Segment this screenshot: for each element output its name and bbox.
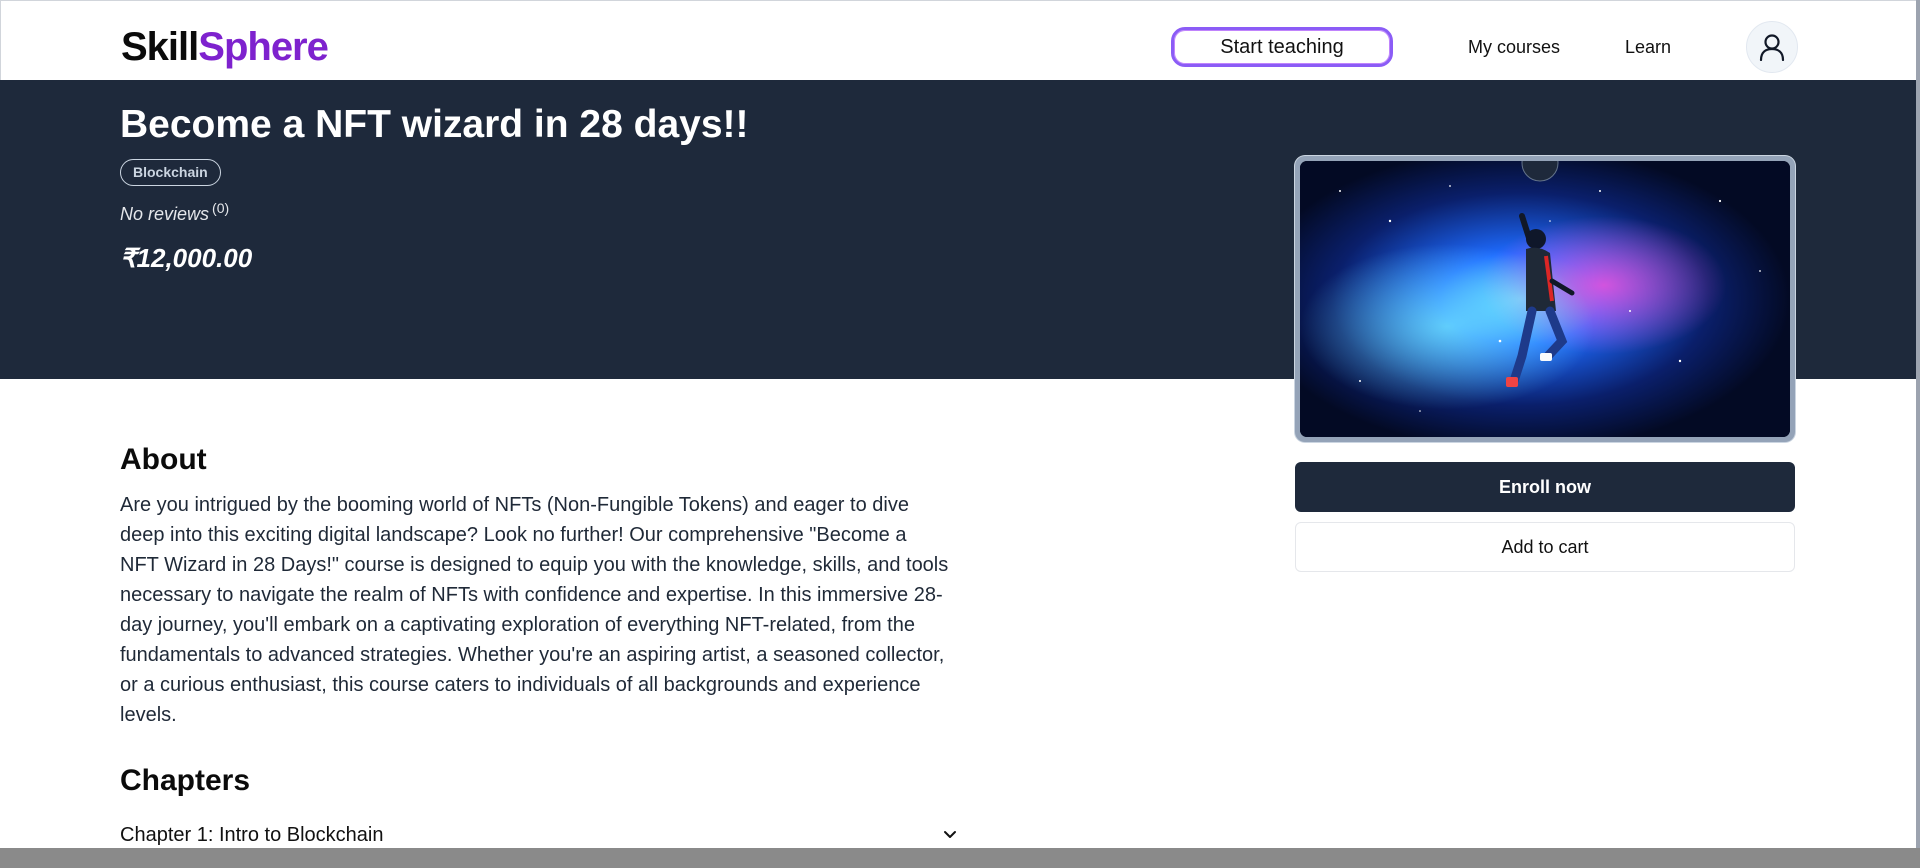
about-heading: About <box>120 443 207 476</box>
user-icon <box>1759 34 1785 61</box>
add-to-cart-button[interactable]: Add to cart <box>1295 522 1795 572</box>
top-navbar: SkillSphere Start teaching My courses Le… <box>0 0 1920 80</box>
reviews-summary: No reviews (0) <box>120 196 229 226</box>
course-image <box>1300 161 1790 437</box>
chapter-accordion-item[interactable]: Chapter 1: Intro to Blockchain <box>120 820 960 850</box>
enroll-now-button[interactable]: Enroll now <box>1295 462 1795 512</box>
chapters-heading: Chapters <box>120 764 251 797</box>
nav-my-courses[interactable]: My courses <box>1468 35 1560 59</box>
start-teaching-button[interactable]: Start teaching <box>1171 27 1393 67</box>
window-bottom-bar <box>0 848 1920 868</box>
course-title: Become a NFT wizard in 28 days!! <box>120 103 749 146</box>
category-tag[interactable]: Blockchain <box>120 159 221 186</box>
profile-button[interactable] <box>1746 21 1798 73</box>
course-price: ₹12,000.00 <box>120 243 253 273</box>
about-description: Are you intrigued by the booming world o… <box>120 494 949 726</box>
nav-learn[interactable]: Learn <box>1625 35 1671 59</box>
reviews-label: No reviews <box>120 204 210 224</box>
reviews-count: (0) <box>212 200 230 216</box>
chapter-title: Chapter 1: Intro to Blockchain <box>120 824 384 846</box>
chevron-down-icon[interactable] <box>940 824 960 844</box>
logo-part-sphere: Sphere <box>198 25 329 69</box>
vertical-scrollbar[interactable] <box>1916 0 1920 848</box>
course-thumbnail <box>1295 156 1795 442</box>
logo-part-skill: Skill <box>121 25 199 69</box>
logo[interactable]: SkillSphere <box>121 23 329 71</box>
